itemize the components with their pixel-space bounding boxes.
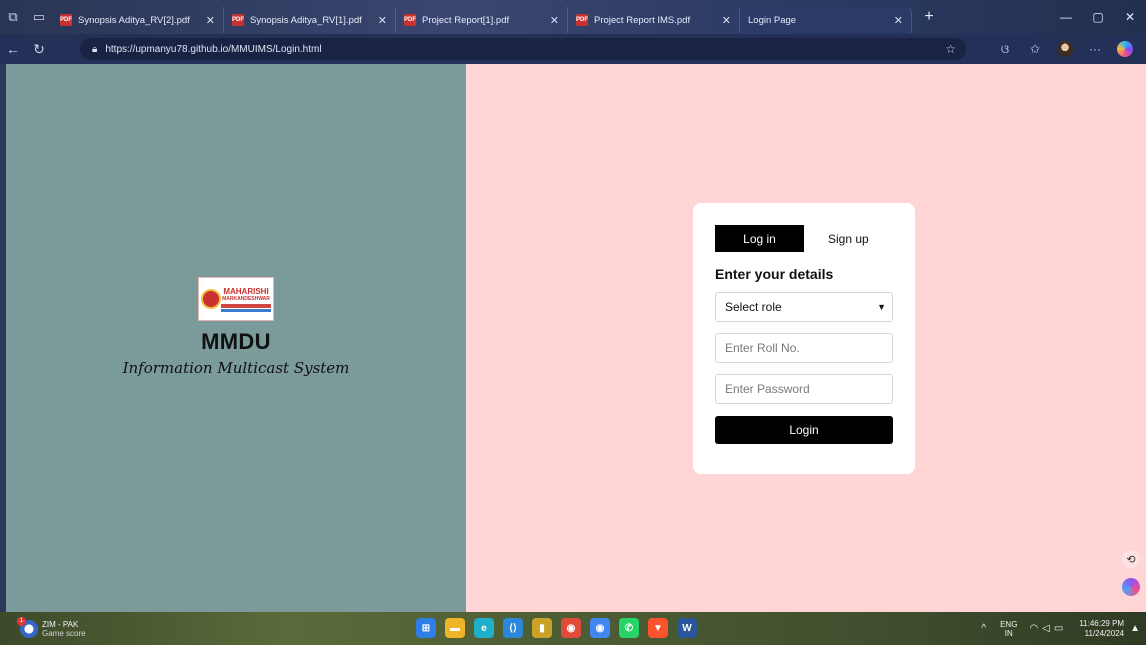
clock[interactable]: 11:46:29 PM 11/24/2024 xyxy=(1079,619,1124,639)
copilot-brain-icon[interactable] xyxy=(1122,578,1140,596)
close-tab-icon[interactable]: ✕ xyxy=(550,14,559,27)
close-window-icon[interactable]: ✕ xyxy=(1114,0,1146,34)
tab-label: Synopsis Aditya_RV[1].pdf xyxy=(250,14,362,26)
edge-sidebar-floating: ⟲ xyxy=(1122,550,1140,596)
role-select-value: Select role xyxy=(725,300,782,314)
chrome-profile-icon[interactable]: ◉ xyxy=(590,618,610,638)
brave-icon[interactable]: ▼ xyxy=(648,618,668,638)
refresh-page-icon[interactable]: ⟲ xyxy=(1122,550,1140,568)
windows-taskbar: 1 ZIM - PAK Game score ⊞ ▬ e ⟨⟩ ▮ ◉ ◉ ✆ … xyxy=(0,612,1146,645)
widget-line1: ZIM - PAK xyxy=(42,619,79,629)
edge-icon[interactable]: e xyxy=(474,618,494,638)
notification-icon[interactable]: ▲ xyxy=(1130,623,1140,634)
browser-essentials-icon[interactable]: ଓ xyxy=(990,42,1020,57)
language-indicator[interactable]: ENG IN xyxy=(1000,620,1017,638)
pdf-icon: PDF xyxy=(576,14,588,26)
brand-panel: MAHARISHI MARKANDESHWAR MMDU Information… xyxy=(6,64,466,612)
widget-line2: Game score xyxy=(42,628,86,638)
back-icon[interactable]: ← xyxy=(0,34,26,64)
brand-block: MAHARISHI MARKANDESHWAR MMDU Information… xyxy=(6,277,466,377)
toolbar-actions: ଓ ✩ ··· xyxy=(990,34,1140,64)
app-icon[interactable]: ▮ xyxy=(532,618,552,638)
browser-tab-strip: ⧉ ▭ PDF Synopsis Aditya_RV[2].pdf ✕ PDF … xyxy=(0,0,1146,83)
tab-label: Project Report[1].pdf xyxy=(422,14,510,26)
refresh-icon[interactable]: ↻ xyxy=(26,34,52,64)
close-tab-icon[interactable]: ✕ xyxy=(894,14,903,27)
tab-login[interactable]: Log in xyxy=(715,225,804,252)
chevron-down-icon: ▼ xyxy=(877,302,886,312)
vscode-icon[interactable]: ⟨⟩ xyxy=(503,618,523,638)
seal-icon xyxy=(201,289,221,309)
auth-tabs: Log in Sign up xyxy=(715,225,893,252)
file-explorer-icon[interactable]: ▬ xyxy=(445,618,465,638)
favorite-star-icon[interactable]: ☆ xyxy=(945,42,956,56)
lock-icon[interactable]: 🔒︎ xyxy=(92,44,97,55)
logo-text-line2: MARKANDESHWAR xyxy=(222,295,270,302)
tray-overflow-icon[interactable]: ^ xyxy=(981,623,986,634)
form-heading: Enter your details xyxy=(715,266,834,282)
taskbar-apps: ⊞ ▬ e ⟨⟩ ▮ ◉ ◉ ✆ ▼ W xyxy=(416,618,697,638)
lang-line2: IN xyxy=(1004,628,1013,638)
login-card: Log in Sign up Enter your details Select… xyxy=(693,203,915,474)
roll-number-input[interactable]: Enter Roll No. xyxy=(715,333,893,363)
close-tab-icon[interactable]: ✕ xyxy=(206,14,215,27)
address-bar[interactable]: 🔒︎ https://upmanyu78.github.io/MMUIMS/Lo… xyxy=(80,38,966,60)
close-tab-icon[interactable]: ✕ xyxy=(378,14,387,27)
pdf-icon: PDF xyxy=(60,14,72,26)
clock-time: 11:46:29 PM xyxy=(1079,618,1125,628)
word-icon[interactable]: W xyxy=(677,618,697,638)
notification-badge: 1 xyxy=(17,616,26,626)
copilot-icon[interactable] xyxy=(1117,41,1133,57)
tab-label: Login Page xyxy=(748,14,797,26)
browser-tab-active[interactable]: Login Page ✕ xyxy=(740,7,912,83)
browser-tab[interactable]: PDF Synopsis Aditya_RV[2].pdf ✕ xyxy=(52,7,224,33)
lang-line1: ENG xyxy=(1000,619,1018,629)
logo-stripe xyxy=(221,308,271,312)
browser-tab[interactable]: PDF Project Report[1].pdf ✕ xyxy=(396,7,568,33)
url-text: https://upmanyu78.github.io/MMUIMS/Login… xyxy=(105,43,322,55)
cricket-ball-icon: 1 xyxy=(17,616,38,638)
more-menu-icon[interactable]: ··· xyxy=(1080,42,1110,56)
tab-label: Synopsis Aditya_RV[2].pdf xyxy=(78,14,190,26)
close-tab-icon[interactable]: ✕ xyxy=(722,14,731,27)
pdf-icon: PDF xyxy=(404,14,416,26)
brand-title: MMDU xyxy=(201,329,271,354)
widgets-button[interactable]: 1 ZIM - PAK Game score xyxy=(17,616,86,638)
workspaces-icon[interactable]: ⧉ xyxy=(0,0,26,34)
new-tab-button[interactable]: + xyxy=(916,8,942,26)
chrome-icon[interactable]: ◉ xyxy=(561,618,581,638)
brand-subtitle: Information Multicast System xyxy=(122,359,350,377)
login-button[interactable]: Login xyxy=(715,416,893,444)
browser-tab[interactable]: PDF Synopsis Aditya_RV[1].pdf ✕ xyxy=(224,7,396,33)
pdf-icon: PDF xyxy=(232,14,244,26)
whatsapp-icon[interactable]: ✆ xyxy=(619,618,639,638)
restore-icon[interactable]: ▢ xyxy=(1082,0,1114,34)
university-logo: MAHARISHI MARKANDESHWAR xyxy=(198,277,274,321)
password-input[interactable]: Enter Password xyxy=(715,374,893,404)
browser-toolbar: ← ↻ 🔒︎ https://upmanyu78.github.io/MMUIM… xyxy=(0,34,1146,64)
login-panel: Log in Sign up Enter your details Select… xyxy=(466,64,1146,612)
network-volume-battery-icons[interactable]: ◠◁▭ xyxy=(1029,623,1067,634)
tab-actions-icon[interactable]: ▭ xyxy=(26,0,52,34)
role-select[interactable]: Select role ▼ xyxy=(715,292,893,322)
tab-label: Project Report IMS.pdf xyxy=(594,14,691,26)
browser-tab[interactable]: PDF Project Report IMS.pdf ✕ xyxy=(568,7,740,33)
profile-avatar[interactable] xyxy=(1057,41,1073,57)
tab-signup[interactable]: Sign up xyxy=(828,232,869,246)
start-icon[interactable]: ⊞ xyxy=(416,618,436,638)
system-tray: ^ ENG IN ◠◁▭ 11:46:29 PM 11/24/2024 ▲ xyxy=(981,612,1140,645)
favorites-icon[interactable]: ✩ xyxy=(1020,42,1050,56)
window-controls: — ▢ ✕ xyxy=(1050,0,1146,34)
clock-date: 11/24/2024 xyxy=(1084,628,1125,638)
login-page: MAHARISHI MARKANDESHWAR MMDU Information… xyxy=(6,64,1146,612)
logo-stripe xyxy=(221,303,271,308)
minimize-icon[interactable]: — xyxy=(1050,0,1082,34)
logo-text-line1: MAHARISHI xyxy=(223,286,269,296)
